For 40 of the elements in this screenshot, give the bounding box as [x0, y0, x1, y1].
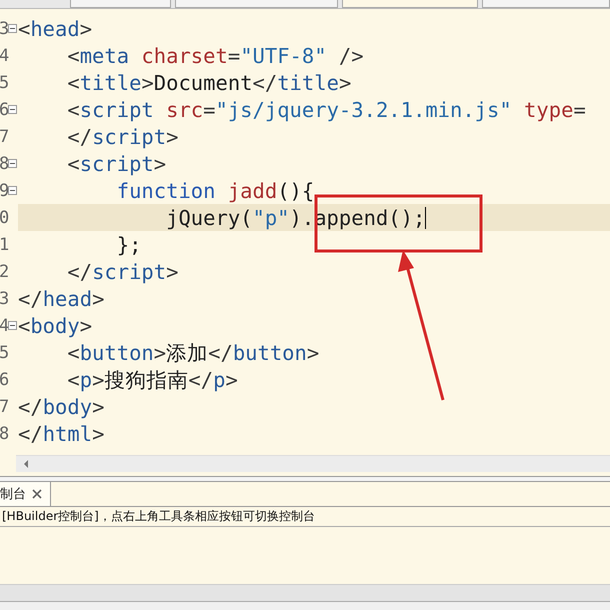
- code-line: <meta charset="UTF-8" />: [66, 42, 365, 69]
- horizontal-scrollbar[interactable]: [16, 455, 610, 472]
- scroll-left-icon[interactable]: [22, 460, 30, 468]
- code-line: <button>添加</button>: [66, 340, 320, 366]
- line-number: 2: [0, 262, 7, 282]
- code-line: </html>: [18, 420, 106, 447]
- fold-icon[interactable]: [8, 24, 17, 33]
- code-line: <title>Document</title>: [66, 70, 352, 96]
- code-line: };: [116, 232, 142, 258]
- line-number: 8: [0, 154, 7, 174]
- line-number: 6: [0, 370, 7, 390]
- code-line: <script>: [66, 150, 168, 177]
- line-number: 4: [0, 316, 7, 336]
- code-line: </script>: [66, 124, 180, 150]
- code-line: <p>搜狗指南</p>: [66, 366, 239, 393]
- line-number: 5: [0, 342, 7, 362]
- code-line: </script>: [66, 258, 180, 285]
- code-line: function jadd(){: [116, 178, 316, 204]
- code-line: <script src="js/jquery-3.2.1.min.js" type=: [66, 96, 587, 123]
- code-line: <head>: [18, 16, 94, 42]
- code-line: </body>: [18, 394, 106, 420]
- console-tab[interactable]: 制台: [0, 482, 51, 506]
- line-number: 0: [0, 208, 7, 228]
- line-number: 8: [0, 424, 7, 444]
- line-number: 4: [0, 46, 7, 66]
- line-number: 3: [0, 18, 7, 38]
- line-number: 9: [0, 180, 7, 200]
- line-number: 7: [0, 396, 7, 416]
- code-line: <body>: [18, 312, 94, 339]
- fold-icon[interactable]: [8, 159, 17, 168]
- fold-icon[interactable]: [8, 186, 17, 195]
- line-number: 1: [0, 234, 7, 254]
- line-number: 5: [0, 72, 7, 92]
- line-number: 3: [0, 288, 7, 308]
- close-icon[interactable]: [32, 489, 42, 499]
- fold-icon[interactable]: [8, 105, 17, 114]
- code-line: </head>: [18, 286, 106, 312]
- fold-icon[interactable]: [8, 321, 17, 330]
- line-number: 6: [0, 100, 7, 120]
- line-number: 7: [0, 126, 7, 146]
